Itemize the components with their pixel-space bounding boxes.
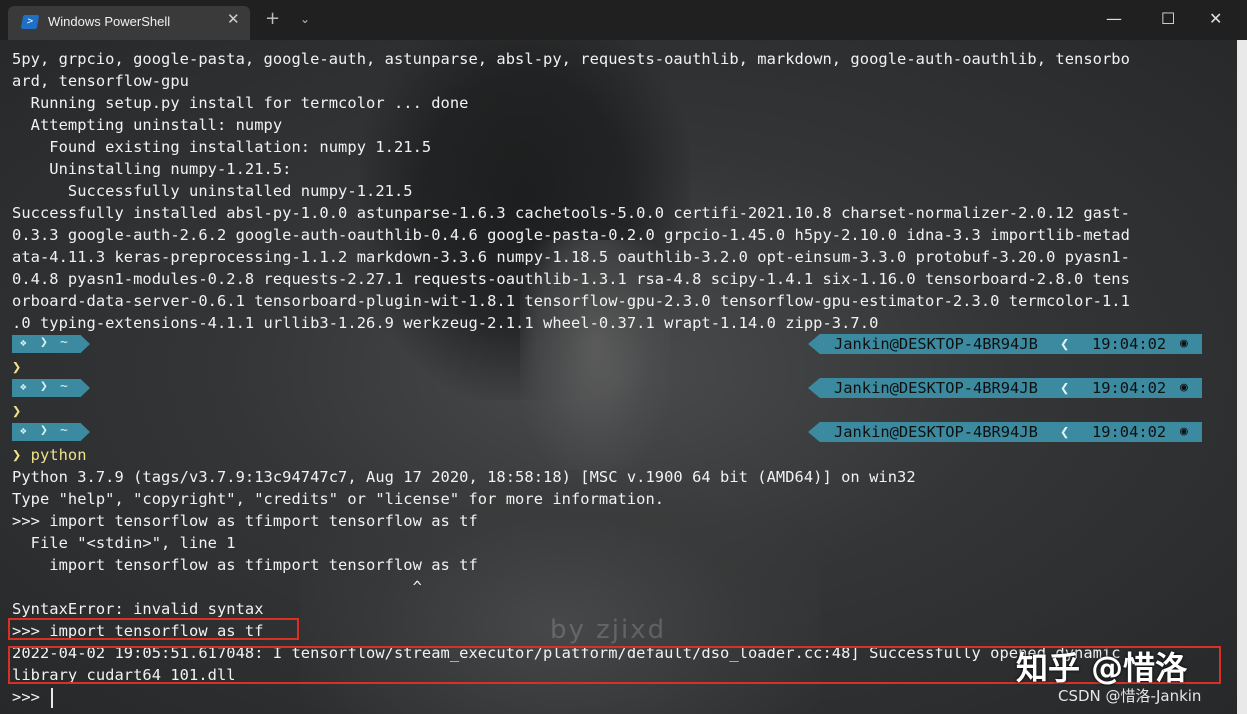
prompt-dir: ~ xyxy=(60,335,68,350)
maximize-button[interactable]: ☐ xyxy=(1161,9,1175,28)
python-line: import tensorflow as tfimport tensorflow… xyxy=(12,556,478,574)
output-line: 0.3.3 google-auth-2.6.2 google-auth-oaut… xyxy=(12,226,1130,244)
python-line: >>> import tensorflow as tfimport tensor… xyxy=(12,512,478,530)
segment-separator-icon: ❮ xyxy=(1060,335,1070,353)
output-line: ard, tensorflow-gpu xyxy=(12,72,190,90)
user-host: Jankin@DESKTOP-4BR94JB xyxy=(834,379,1038,397)
clock-icon: ◉ xyxy=(1180,336,1188,351)
close-window-button[interactable]: ✕ xyxy=(1209,9,1222,28)
prompt-input-line: ❯ xyxy=(12,400,1130,422)
tab-dropdown-icon[interactable]: ⌄ xyxy=(300,12,310,26)
python-line: File "<stdin>", line 1 xyxy=(12,534,236,552)
prompt-segment-right: Jankin@DESKTOP-4BR94JB ❮ 19:04:02 ◉ xyxy=(808,334,1202,354)
prompt-segment-right: Jankin@DESKTOP-4BR94JB ❮ 19:04:02 ◉ xyxy=(808,422,1202,442)
powershell-icon: > xyxy=(20,15,40,29)
segment-separator-icon: ❯ xyxy=(40,423,48,438)
output-line: Found existing installation: numpy 1.21.… xyxy=(12,138,432,156)
output-line: Attempting uninstall: numpy xyxy=(12,116,283,134)
segment-separator-icon: ❯ xyxy=(40,379,48,394)
prompt-dir: ~ xyxy=(60,379,68,394)
prompt-time: 19:04:02 xyxy=(1092,379,1167,397)
python-line: Type "help", "copyright", "credits" or "… xyxy=(12,490,665,508)
prompt-time: 19:04:02 xyxy=(1092,423,1167,441)
prompt-input-line: ❯ xyxy=(12,356,1130,378)
highlight-box-import xyxy=(8,618,299,640)
windows-icon: ❖ xyxy=(20,336,27,349)
windows-icon: ❖ xyxy=(20,380,27,393)
new-tab-button[interactable]: + xyxy=(265,8,280,29)
segment-separator-icon: ❮ xyxy=(1060,379,1070,397)
minimize-button[interactable]: — xyxy=(1106,9,1122,28)
user-host: Jankin@DESKTOP-4BR94JB xyxy=(834,423,1038,441)
scrollbar[interactable] xyxy=(1237,40,1247,714)
title-bar: > Windows PowerShell ✕ + ⌄ — ☐ ✕ xyxy=(0,0,1247,40)
output-line: Uninstalling numpy-1.21.5: xyxy=(12,160,292,178)
prompt-dir: ~ xyxy=(60,423,68,438)
output-line: 5py, grpcio, google-pasta, google-auth, … xyxy=(12,50,1130,68)
windows-icon: ❖ xyxy=(20,424,27,437)
prompt-chevron: ❯ xyxy=(12,402,22,420)
output-line: Running setup.py install for termcolor .… xyxy=(12,94,469,112)
user-host: Jankin@DESKTOP-4BR94JB xyxy=(834,335,1038,353)
watermark-csdn: CSDN @惜洛-Jankin xyxy=(1058,687,1202,705)
tab-windows-powershell[interactable]: > Windows PowerShell ✕ xyxy=(8,6,250,40)
watermark-zhihu: 知乎 @惜洛 xyxy=(1016,649,1188,687)
prompt-segment-left: ❖ ❯ ~ xyxy=(12,423,90,441)
python-line: Python 3.7.9 (tags/v3.7.9:13c94747c7, Au… xyxy=(12,468,916,486)
segment-separator-icon: ❯ xyxy=(40,335,48,350)
terminal-area[interactable]: by zjixd 5py, grpcio, google-pasta, goog… xyxy=(0,40,1237,714)
clock-icon: ◉ xyxy=(1180,380,1188,395)
powershell-window: > Windows PowerShell ✕ + ⌄ — ☐ ✕ by zjix… xyxy=(0,0,1247,714)
tab-title: Windows PowerShell xyxy=(48,14,171,29)
close-tab-icon[interactable]: ✕ xyxy=(227,10,240,28)
python-line: SyntaxError: invalid syntax xyxy=(12,600,264,618)
segment-separator-icon: ❮ xyxy=(1060,423,1070,441)
output-line: Successfully uninstalled numpy-1.21.5 xyxy=(12,182,413,200)
output-line: orboard-data-server-0.6.1 tensorboard-pl… xyxy=(12,292,1130,310)
text-cursor xyxy=(51,688,53,708)
prompt-chevron: ❯ xyxy=(12,446,22,464)
prompt-segment-left: ❖ ❯ ~ xyxy=(12,379,90,397)
command-text: python xyxy=(30,446,87,464)
prompt-input-line: ❯ python xyxy=(12,444,1130,466)
prompt-segment-right: Jankin@DESKTOP-4BR94JB ❮ 19:04:02 ◉ xyxy=(808,378,1202,398)
python-prompt-line[interactable]: >>> xyxy=(12,686,1130,708)
output-line: ata-4.11.3 keras-preprocessing-1.1.2 mar… xyxy=(12,248,1130,266)
prompt-chevron: ❯ xyxy=(12,358,22,376)
output-line: 0.4.8 pyasn1-modules-0.2.8 requests-2.27… xyxy=(12,270,1130,288)
prompt-time: 19:04:02 xyxy=(1092,335,1167,353)
prompt-segment-left: ❖ ❯ ~ xyxy=(12,335,90,353)
output-line: .0 typing-extensions-4.1.1 urllib3-1.26.… xyxy=(12,314,879,332)
python-line: ^ xyxy=(12,578,422,596)
output-line: Successfully installed absl-py-1.0.0 ast… xyxy=(12,204,1130,222)
clock-icon: ◉ xyxy=(1180,424,1188,439)
